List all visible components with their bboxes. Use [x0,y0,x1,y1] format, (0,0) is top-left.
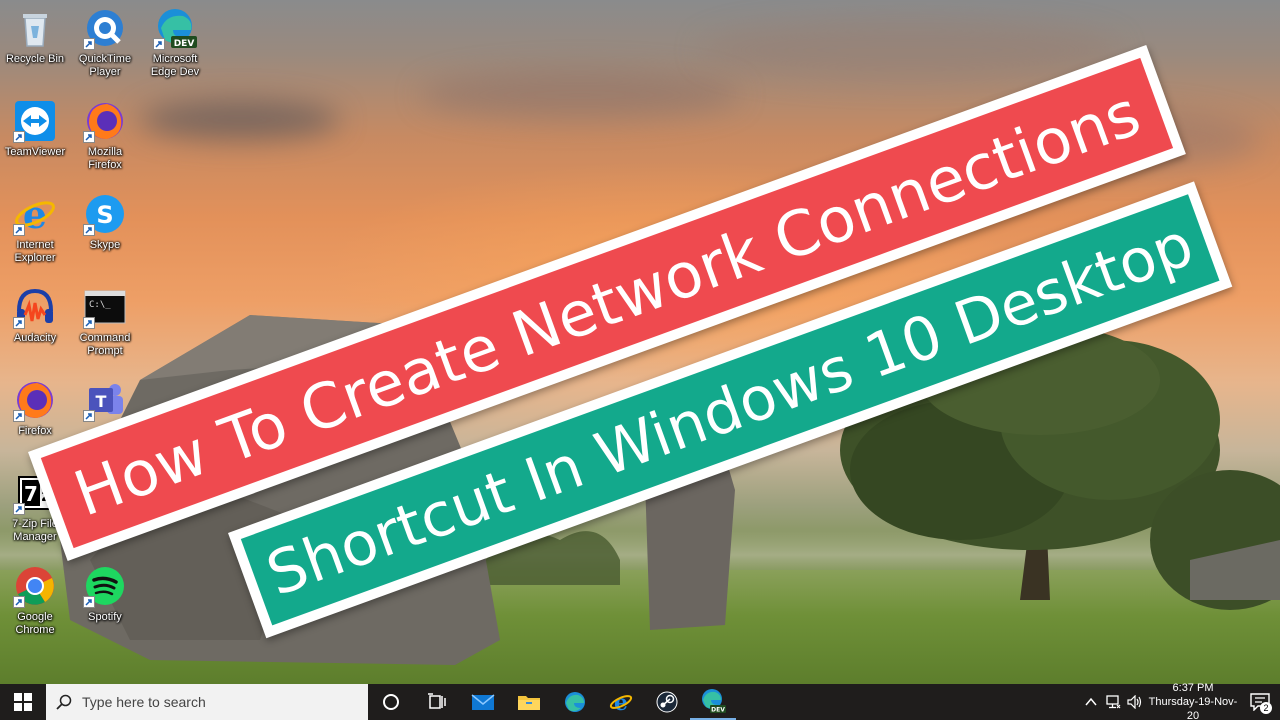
search-input[interactable] [82,694,342,710]
desktop-icon-label: Skype [89,239,121,251]
desktop-icon-label: Recycle Bin [5,53,65,65]
desktop-icon-label: TeamViewer [4,146,66,158]
svg-text:e: e [614,690,628,714]
desktop-icon-internet-explorer[interactable]: e Internet Explorer [0,192,70,265]
cortana-button[interactable] [368,684,414,720]
firefox-icon [13,378,57,422]
7zip-icon: 7z [13,471,57,515]
desktop-icon-label: Spotify [88,611,122,623]
shortcut-arrow-icon [83,131,95,143]
desktop-icon-label: Internet Explorer [14,239,56,264]
tray-network-button[interactable] [1102,684,1124,720]
shortcut-arrow-icon [83,596,95,608]
search-icon [56,694,72,710]
desktop-icon-google-chrome[interactable]: Google Chrome [0,564,70,637]
desktop-icon-recycle-bin[interactable]: Recycle Bin [0,6,70,66]
internet-explorer-icon: e [13,192,57,236]
svg-text:7: 7 [24,482,38,506]
spotify-icon [83,564,127,608]
desktop-wallpaper [0,0,1280,684]
edge-icon [565,692,585,712]
teams-icon: T [83,378,127,422]
shortcut-arrow-icon [13,317,25,329]
taskbar-edge[interactable] [552,684,598,720]
task-view-button[interactable] [414,684,460,720]
windows-logo-icon [14,693,32,711]
internet-explorer-icon: e [609,690,633,714]
svg-text:C:\_: C:\_ [89,300,111,310]
taskbar-clock[interactable]: 6:37 PM Thursday-19-Nov-20 [1146,681,1240,720]
mail-icon [471,694,495,710]
system-tray: 6:37 PM Thursday-19-Nov-20 2 [1080,681,1280,720]
taskbar-internet-explorer[interactable]: e [598,684,644,720]
tray-volume-button[interactable] [1124,684,1146,720]
network-icon [1106,695,1121,709]
file-explorer-icon [518,696,540,710]
teamviewer-icon [13,99,57,143]
start-button[interactable] [0,684,46,720]
shortcut-arrow-icon [13,410,25,422]
svg-text:S: S [96,201,113,229]
desktop-icon-label: Audacity [13,332,57,344]
svg-text:T: T [96,392,107,411]
shortcut-arrow-icon [83,410,95,422]
desktop-icon-label: QuickTime Player [78,53,132,78]
svg-text:e: e [23,192,47,236]
shortcut-arrow-icon [83,224,95,236]
chrome-icon [13,564,57,608]
taskbar-mail[interactable] [460,684,506,720]
shortcut-arrow-icon [13,503,25,515]
desktop-icon-mozilla-firefox[interactable]: Mozilla Firefox [70,99,140,172]
desktop-icon-label: Google Chrome [15,611,55,636]
desktop-icon-quicktime[interactable]: QuickTime Player [70,6,140,79]
taskbar-search-box[interactable] [46,684,368,720]
desktop-icon-label: Mozilla Firefox [87,146,123,171]
desktop-icon-edge-dev[interactable]: DEV Microsoft Edge Dev [140,6,210,79]
taskbar: e DEV 6:37 PM Thursday-19-Nov-20 2 [0,681,1280,720]
edge-dev-badge: DEV [174,39,195,49]
desktop-icon-command-prompt[interactable]: C:\_ Command Prompt [70,285,140,358]
desktop-icon-label: 7-Zip File Manager [12,518,58,543]
shortcut-arrow-icon [83,317,95,329]
desktop-icon-spotify[interactable]: Spotify [70,564,140,624]
notification-count-badge: 2 [1260,702,1272,714]
desktop-icon-label: Microsoft Edge Dev [150,53,200,78]
skype-icon: S [83,192,127,236]
desktop-icon-7zip[interactable]: 7z 7-Zip File Manager [0,471,70,544]
desktop-icon-firefox[interactable]: Firefox [0,378,70,438]
volume-icon [1127,695,1142,709]
taskbar-file-explorer[interactable] [506,684,552,720]
shortcut-arrow-icon [13,131,25,143]
edge-dev-icon: DEV [702,689,726,714]
shortcut-arrow-icon [13,224,25,236]
taskbar-steam[interactable] [644,684,690,720]
desktop-icon-skype[interactable]: S Skype [70,192,140,252]
desktop-icon-teamviewer[interactable]: TeamViewer [0,99,70,159]
quicktime-icon [83,6,127,50]
clock-time: 6:37 PM [1172,682,1214,694]
svg-text:DEV: DEV [711,707,725,714]
command-prompt-icon: C:\_ [83,285,127,329]
edge-dev-icon: DEV [153,6,197,50]
shortcut-arrow-icon [83,38,95,50]
svg-text:z: z [41,486,50,505]
clock-date: Thursday-19-Nov-20 [1148,696,1238,720]
taskbar-edge-dev[interactable]: DEV [690,684,736,720]
firefox-icon [83,99,127,143]
desktop-icon-teams[interactable]: T [70,378,140,422]
task-view-icon [428,693,446,709]
steam-icon [656,691,678,713]
desktop-icon-audacity[interactable]: Audacity [0,285,70,345]
cortana-icon [383,694,399,710]
shortcut-arrow-icon [153,38,165,50]
recycle-bin-icon [13,6,57,50]
audacity-icon [13,285,57,329]
desktop-icon-label: Firefox [18,425,52,437]
desktop-icon-label: Command Prompt [79,332,131,357]
chevron-up-icon [1085,697,1097,706]
action-center-button[interactable]: 2 [1240,684,1280,720]
tray-overflow-button[interactable] [1080,684,1102,720]
shortcut-arrow-icon [13,596,25,608]
